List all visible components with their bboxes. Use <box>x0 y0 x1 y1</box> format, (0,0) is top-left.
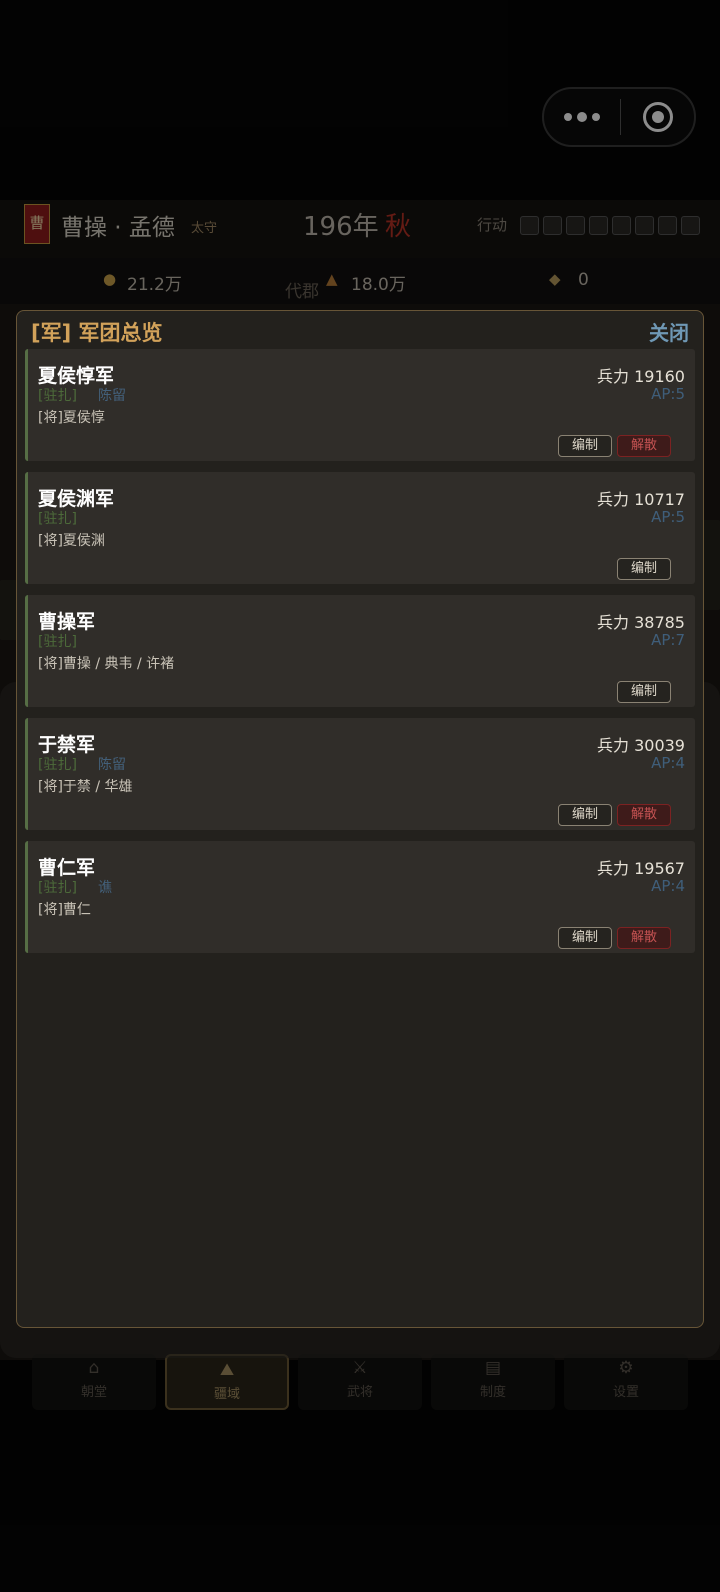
army-location: 陈留 <box>98 388 126 404</box>
army-troops: 兵力 10717 <box>597 490 685 509</box>
army-overview-dialog: [军] 军团总览 关闭 夏侯惇军 [驻扎] 陈留 [将]夏侯惇 兵力 19160… <box>16 310 704 1328</box>
army-generals: [将]夏侯惇 <box>38 410 105 426</box>
army-generals: [将]曹操 / 典韦 / 许褚 <box>38 656 175 672</box>
disband-button[interactable]: 解散 <box>617 927 671 949</box>
army-troops: 兵力 30039 <box>597 736 685 755</box>
army-card: 于禁军 [驻扎] 陈留 [将]于禁 / 华雄 兵力 30039 AP:4 编制 … <box>25 718 695 830</box>
army-location: 陈留 <box>98 757 126 773</box>
army-card: 曹仁军 [驻扎] 谯 [将]曹仁 兵力 19567 AP:4 编制 解散 <box>25 841 695 953</box>
army-generals: [将]曹仁 <box>38 902 91 918</box>
army-ap: AP:7 <box>651 631 685 649</box>
close-button[interactable]: 关闭 <box>649 317 689 346</box>
disband-button[interactable]: 解散 <box>617 435 671 457</box>
army-status: [驻扎] <box>38 634 77 650</box>
edit-button[interactable]: 编制 <box>617 681 671 703</box>
army-generals: [将]夏侯渊 <box>38 533 105 549</box>
army-ap: AP:5 <box>651 385 685 403</box>
army-status: [驻扎] <box>38 880 77 896</box>
army-generals: [将]于禁 / 华雄 <box>38 779 133 795</box>
edit-button[interactable]: 编制 <box>558 804 612 826</box>
army-troops: 兵力 19160 <box>597 367 685 386</box>
army-location: 谯 <box>98 880 112 896</box>
army-status: [驻扎] <box>38 388 77 404</box>
army-card: 曹操军 [驻扎] [将]曹操 / 典韦 / 许褚 兵力 38785 AP:7 编… <box>25 595 695 707</box>
army-troops: 兵力 19567 <box>597 859 685 878</box>
army-name: 于禁军 <box>38 734 96 756</box>
army-name: 夏侯渊军 <box>38 488 115 510</box>
edit-button[interactable]: 编制 <box>558 927 612 949</box>
dialog-title: [军] 军团总览 <box>31 321 163 345</box>
army-status: [驻扎] <box>38 757 77 773</box>
army-status: [驻扎] <box>38 511 77 527</box>
edit-button[interactable]: 编制 <box>558 435 612 457</box>
army-card: 夏侯惇军 [驻扎] 陈留 [将]夏侯惇 兵力 19160 AP:5 编制 解散 <box>25 349 695 461</box>
disband-button[interactable]: 解散 <box>617 804 671 826</box>
army-name: 曹仁军 <box>38 857 96 879</box>
army-troops: 兵力 38785 <box>597 613 685 632</box>
army-card: 夏侯渊军 [驻扎] [将]夏侯渊 兵力 10717 AP:5 编制 <box>25 472 695 584</box>
army-ap: AP:4 <box>651 877 685 895</box>
army-name: 夏侯惇军 <box>38 365 115 387</box>
army-name: 曹操军 <box>38 611 96 633</box>
army-ap: AP:4 <box>651 754 685 772</box>
army-ap: AP:5 <box>651 508 685 526</box>
edit-button[interactable]: 编制 <box>617 558 671 580</box>
